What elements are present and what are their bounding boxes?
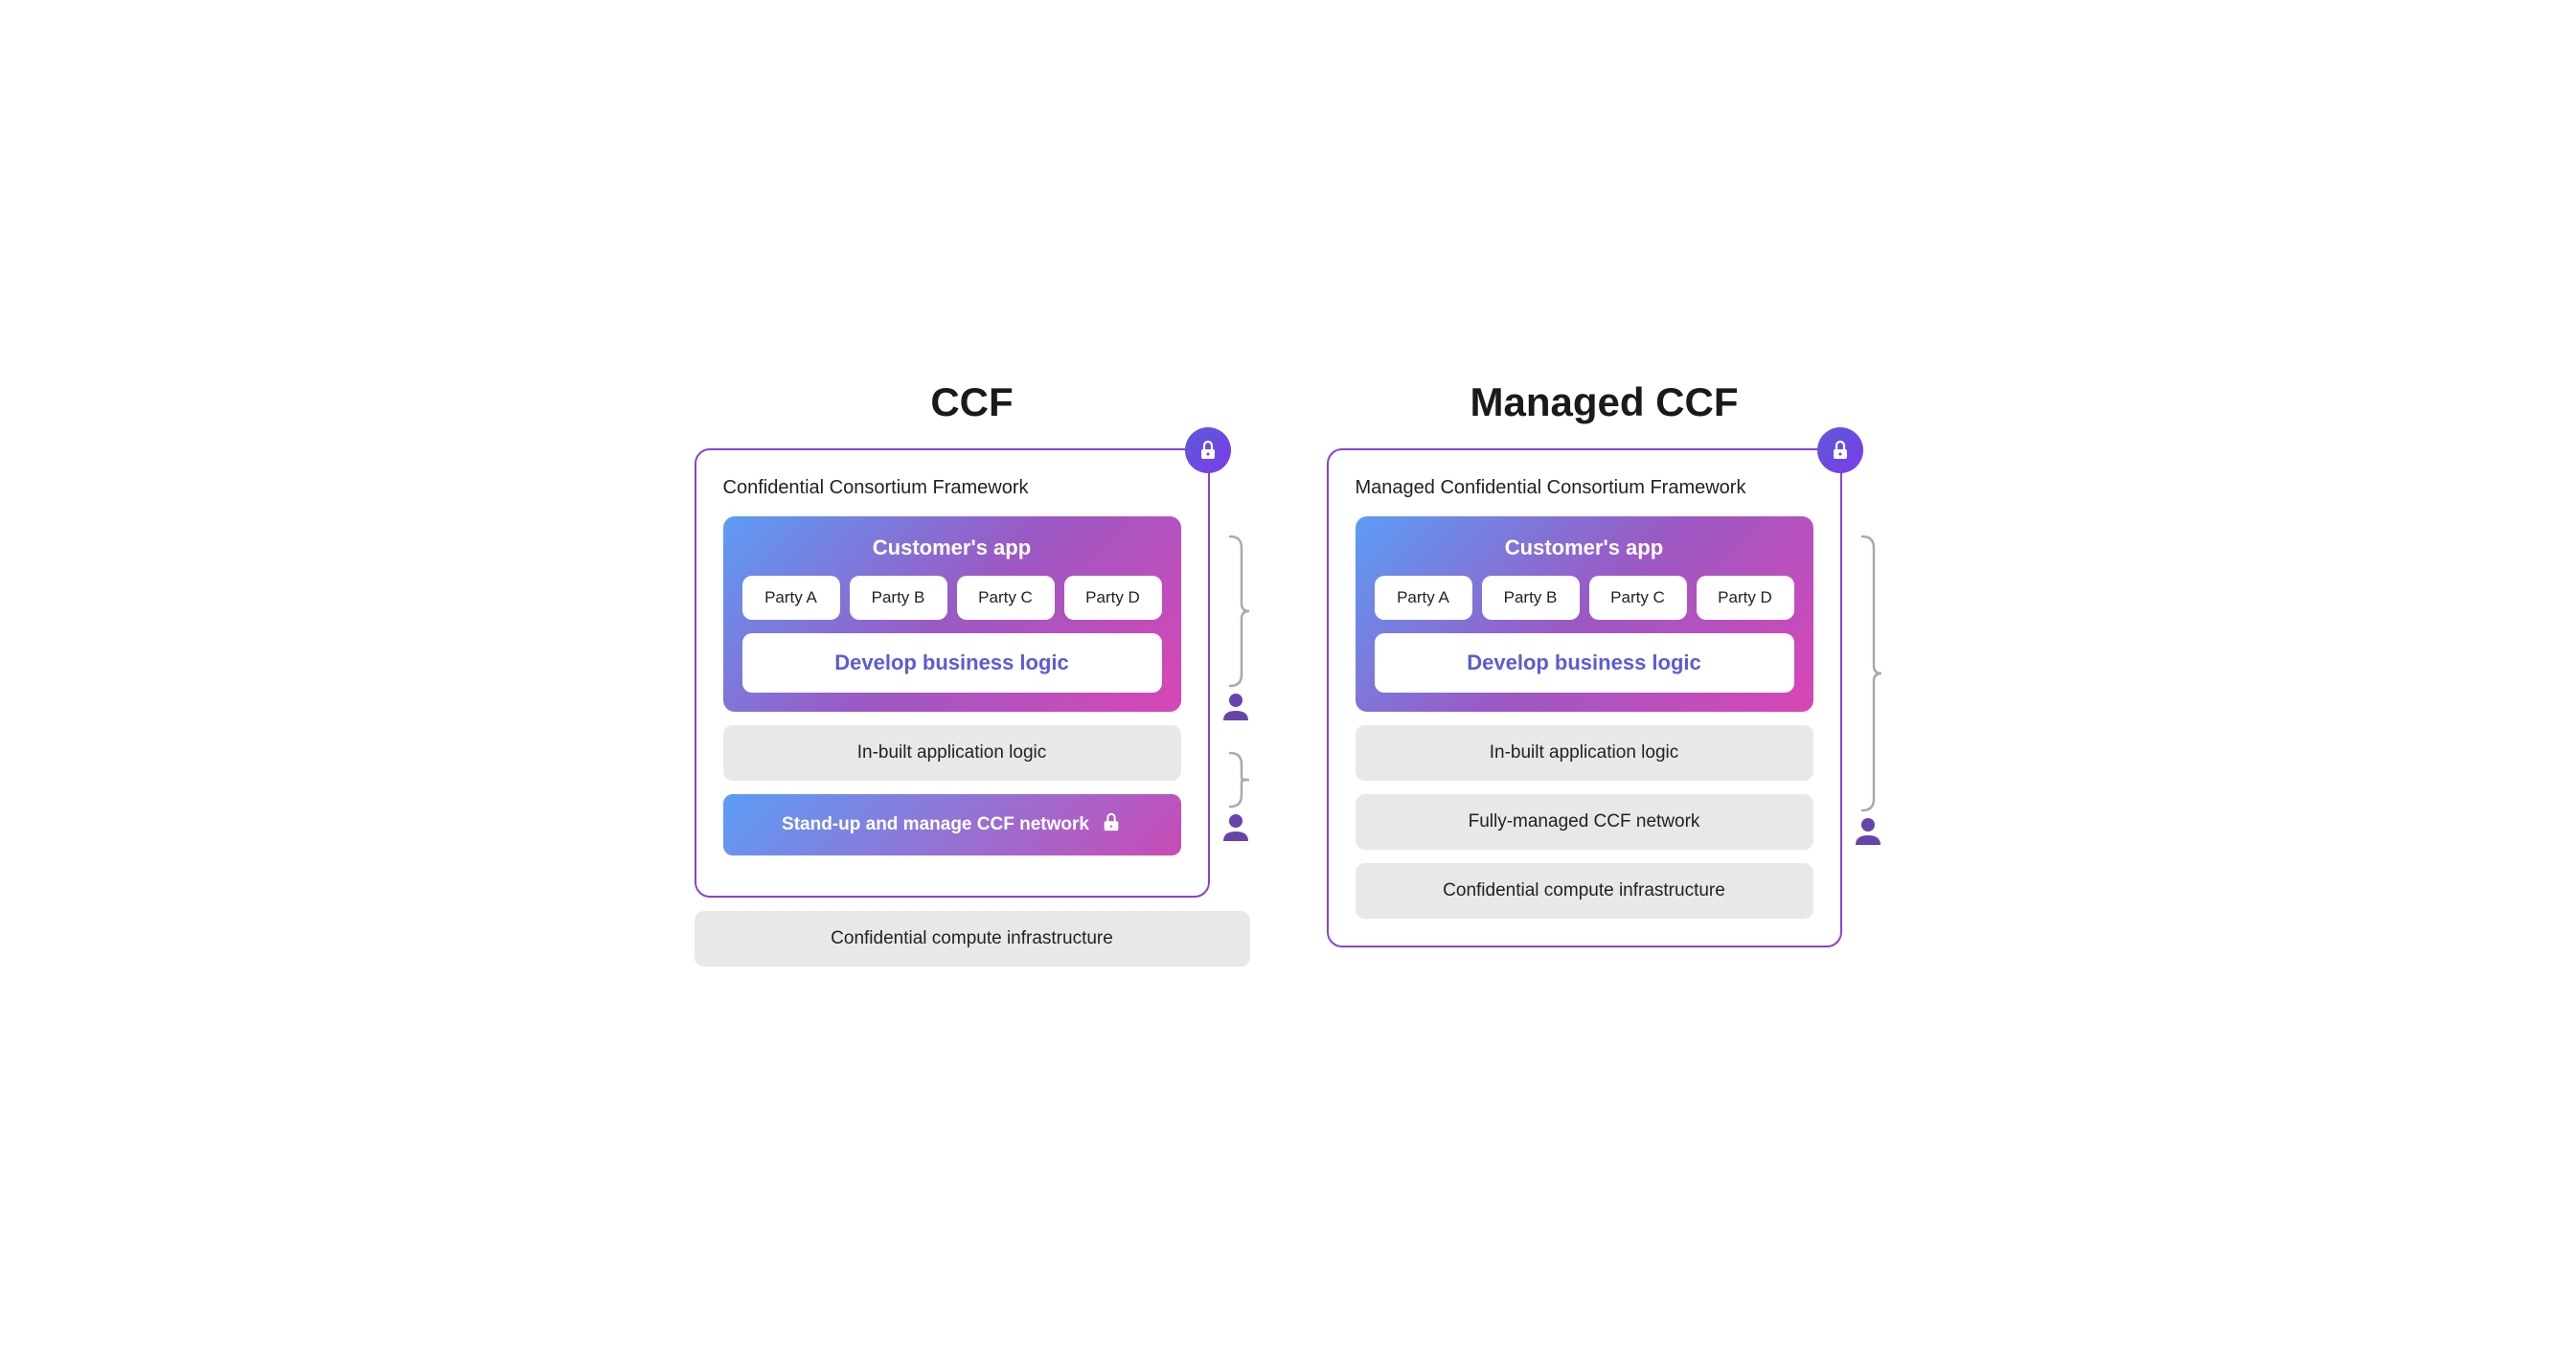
ccf-party-c: Party C xyxy=(957,576,1055,620)
managed-ccf-right-side xyxy=(1854,448,1882,849)
ccf-person-top xyxy=(1221,692,1250,724)
managed-ccf-confidential-box: Confidential compute infrastructure xyxy=(1356,863,1813,919)
ccf-inbuilt-box: In-built application logic xyxy=(723,725,1181,781)
managed-ccf-inbuilt-box: In-built application logic xyxy=(1356,725,1813,781)
managed-ccf-outer-frame: Managed Confidential Consortium Framewor… xyxy=(1327,448,1842,947)
ccf-title: CCF xyxy=(930,379,1013,425)
ccf-manage-lock-icon xyxy=(1101,811,1122,838)
managed-ccf-title: Managed CCF xyxy=(1470,379,1738,425)
managed-ccf-inbuilt-text: In-built application logic xyxy=(1490,742,1679,763)
managed-ccf-app-title: Customer's app xyxy=(1375,536,1794,560)
ccf-frame-label: Confidential Consortium Framework xyxy=(723,477,1181,499)
ccf-confidential-text: Confidential compute infrastructure xyxy=(831,928,1113,948)
managed-ccf-develop-logic-text: Develop business logic xyxy=(1467,650,1701,674)
ccf-develop-logic-text: Develop business logic xyxy=(834,650,1069,674)
managed-ccf-confidential-text: Confidential compute infrastructure xyxy=(1443,880,1725,900)
ccf-parties-row: Party A Party B Party C Party D xyxy=(742,576,1162,620)
ccf-right-side xyxy=(1221,448,1250,845)
ccf-party-a: Party A xyxy=(742,576,840,620)
ccf-inbuilt-text: In-built application logic xyxy=(857,742,1047,763)
ccf-person-bottom xyxy=(1221,812,1250,845)
managed-ccf-customers-app: Customer's app Party A Party B Party C P… xyxy=(1356,516,1813,712)
ccf-bottom-brace xyxy=(1222,751,1249,809)
ccf-confidential-compute: Confidential compute infrastructure xyxy=(695,911,1250,967)
managed-ccf-person xyxy=(1854,816,1882,849)
ccf-manage-box: Stand-up and manage CCF network xyxy=(723,794,1181,855)
managed-ccf-party-c: Party C xyxy=(1589,576,1687,620)
ccf-develop-logic-box: Develop business logic xyxy=(742,633,1162,693)
managed-ccf-parties-row: Party A Party B Party C Party D xyxy=(1375,576,1794,620)
managed-ccf-section: Managed CCF Managed Confidential Consort… xyxy=(1327,379,1882,947)
ccf-app-title: Customer's app xyxy=(742,536,1162,560)
managed-ccf-party-d: Party D xyxy=(1697,576,1794,620)
ccf-outer-frame: Confidential Consortium Framework Custom… xyxy=(695,448,1210,898)
ccf-manage-text: Stand-up and manage CCF network xyxy=(782,814,1089,835)
managed-ccf-managed-network-text: Fully-managed CCF network xyxy=(1469,811,1700,832)
managed-ccf-lock-badge xyxy=(1817,427,1863,473)
ccf-top-brace xyxy=(1222,535,1249,688)
ccf-section: CCF Confidential Consortium Framework Cu… xyxy=(695,379,1250,967)
managed-ccf-brace xyxy=(1855,535,1881,812)
ccf-party-d: Party D xyxy=(1064,576,1162,620)
ccf-customers-app: Customer's app Party A Party B Party C P… xyxy=(723,516,1181,712)
ccf-lock-badge xyxy=(1185,427,1231,473)
managed-ccf-party-a: Party A xyxy=(1375,576,1472,620)
ccf-party-b: Party B xyxy=(850,576,947,620)
managed-ccf-party-b: Party B xyxy=(1482,576,1580,620)
managed-ccf-frame-label: Managed Confidential Consortium Framewor… xyxy=(1356,477,1813,499)
managed-ccf-develop-logic-box: Develop business logic xyxy=(1375,633,1794,693)
managed-ccf-managed-network-box: Fully-managed CCF network xyxy=(1356,794,1813,850)
page-container: CCF Confidential Consortium Framework Cu… xyxy=(618,379,1959,967)
